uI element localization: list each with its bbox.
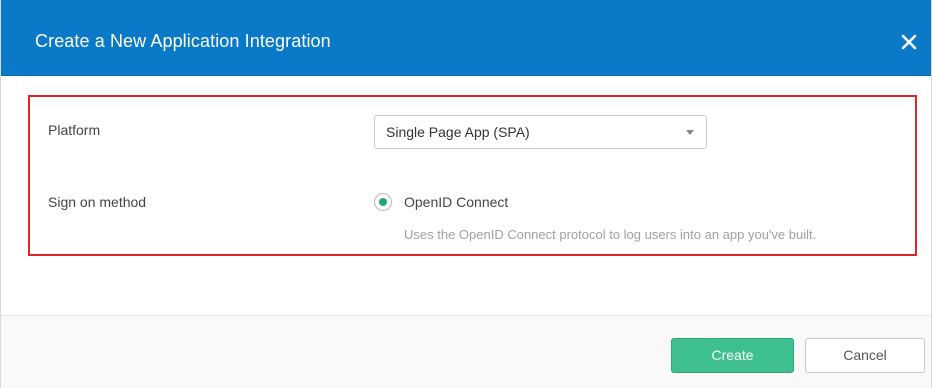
- platform-label: Platform: [48, 122, 101, 138]
- dialog-footer: Create Cancel: [1, 315, 931, 388]
- chevron-down-icon: [686, 130, 694, 135]
- close-icon[interactable]: [901, 34, 917, 50]
- platform-select-value: Single Page App (SPA): [386, 124, 530, 140]
- openid-connect-label[interactable]: OpenID Connect: [404, 194, 508, 210]
- sign-on-method-label: Sign on method: [48, 194, 147, 210]
- radio-selected-dot: [379, 198, 387, 206]
- platform-select[interactable]: Single Page App (SPA): [374, 115, 707, 149]
- cancel-button[interactable]: Cancel: [805, 338, 925, 373]
- create-button[interactable]: Create: [671, 338, 794, 373]
- dialog-title: Create a New Application Integration: [35, 31, 331, 51]
- openid-connect-radio[interactable]: [374, 193, 392, 211]
- dialog-header: Create a New Application Integration: [1, 0, 931, 76]
- create-app-integration-dialog: Create a New Application Integration Pla…: [0, 0, 932, 388]
- openid-connect-description: Uses the OpenID Connect protocol to log …: [404, 227, 817, 242]
